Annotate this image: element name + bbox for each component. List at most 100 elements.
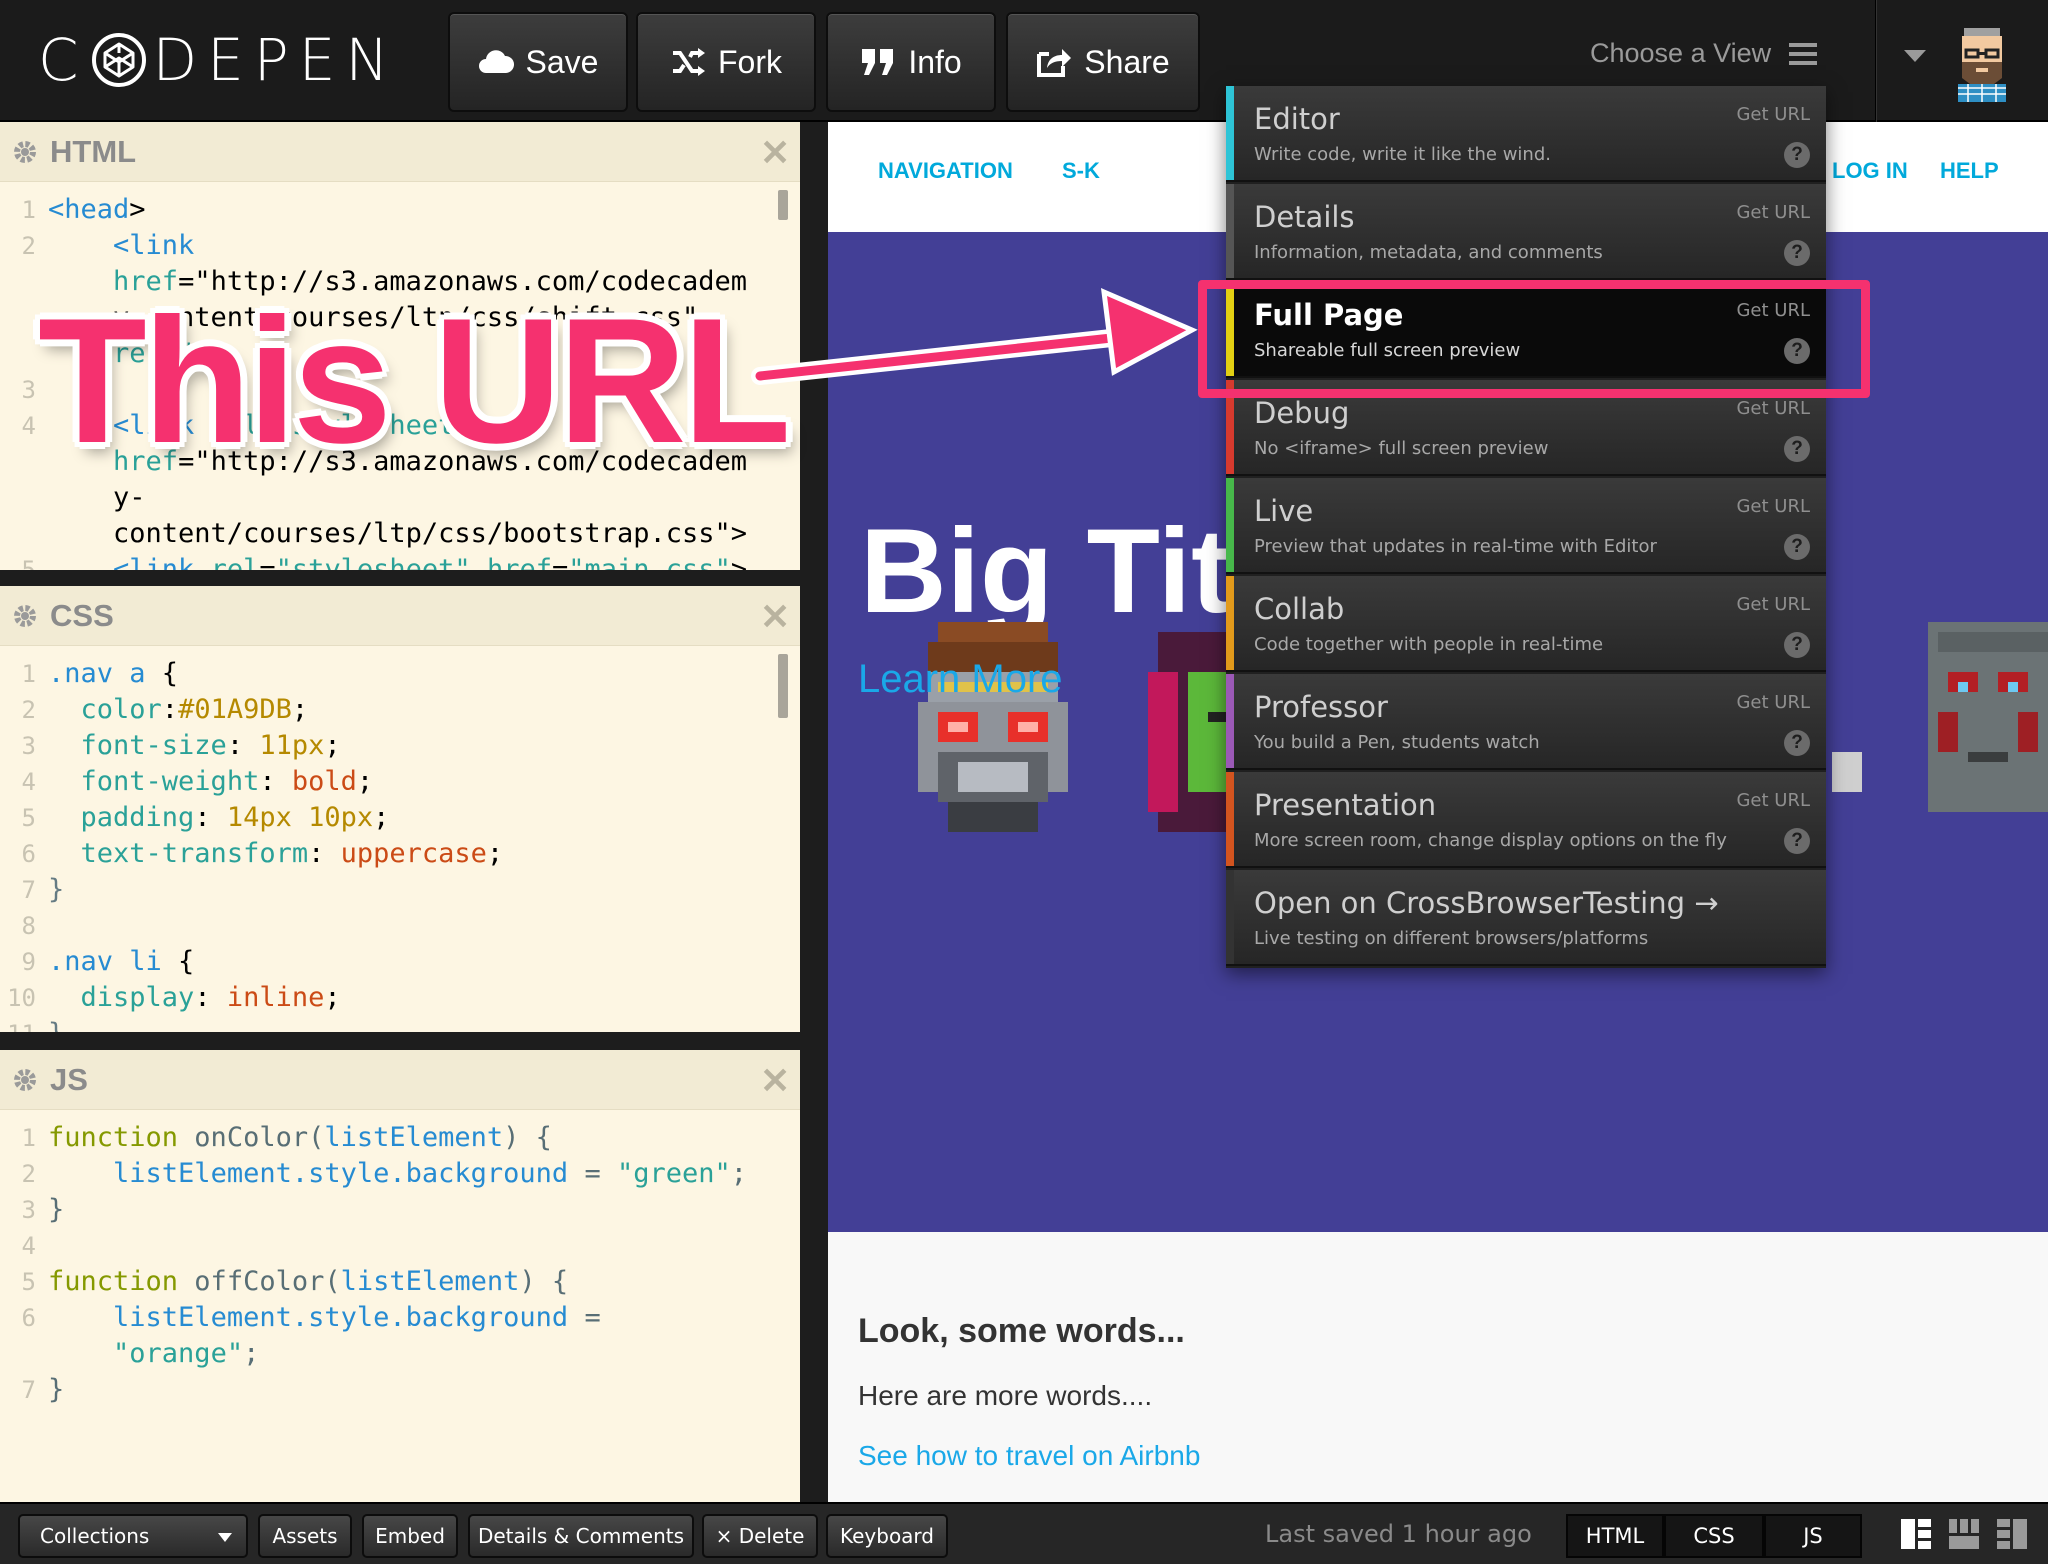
line-number <box>0 516 48 552</box>
code-line[interactable]: 2 color:#01A9DB; <box>0 692 790 728</box>
get-url-link[interactable]: Get URL <box>1736 594 1810 615</box>
keyboard-button[interactable]: Keyboard <box>826 1514 948 1558</box>
get-url-link[interactable]: Get URL <box>1736 790 1810 811</box>
css-code-area[interactable]: 1 .nav a {2 color:#01A9DB; 3 font-size: 11… <box>0 656 790 1032</box>
html-scrollbar[interactable] <box>778 190 788 220</box>
get-url-link[interactable]: Get URL <box>1736 202 1810 223</box>
gear-icon[interactable] <box>12 603 38 629</box>
help-icon[interactable]: ? <box>1784 828 1810 854</box>
code-line[interactable]: content/courses/ltp/css/bootstrap.css"> <box>0 516 790 552</box>
help-icon[interactable]: ? <box>1784 436 1810 462</box>
layout-right-icon[interactable] <box>1996 1518 2028 1550</box>
code-line[interactable]: 2 <link <box>0 228 790 264</box>
code-line[interactable]: 10 display: inline; <box>0 980 790 1016</box>
close-icon[interactable]: ✕ <box>760 132 790 174</box>
view-option-description: Preview that updates in real-time with E… <box>1254 536 1657 557</box>
fork-button[interactable]: Fork <box>636 12 816 112</box>
view-option-presentation[interactable]: Presentation More screen room, change dis… <box>1226 772 1826 868</box>
annotation-label: This URL <box>38 281 791 480</box>
get-url-link[interactable]: Get URL <box>1736 398 1810 419</box>
code-line[interactable]: 6 listElement.style.background = <box>0 1300 790 1336</box>
js-editor[interactable]: JS ✕ 1 function onColor(listElement) {2 l… <box>0 1050 800 1502</box>
logo-wordmark: DEPEN <box>152 26 399 94</box>
preview-learn-more-link[interactable]: Learn More <box>858 657 1063 702</box>
delete-label: × Delete <box>715 1524 805 1548</box>
code-line[interactable]: 4 <box>0 1228 790 1264</box>
code-line[interactable]: y- <box>0 480 790 516</box>
code-line[interactable]: 5 <link rel="stylesheet" href="main.css"… <box>0 552 790 570</box>
view-option-collab[interactable]: Collab Code together with people in real-… <box>1226 576 1826 672</box>
layout-top-icon[interactable] <box>1948 1518 1980 1550</box>
user-divider <box>1875 0 1877 122</box>
view-option-open[interactable]: Open on CrossBrowserTesting → Live testin… <box>1226 870 1826 966</box>
code-line[interactable]: 6 text-transform: uppercase; <box>0 836 790 872</box>
code-line[interactable]: 1 <head> <box>0 192 790 228</box>
preview-nav-link[interactable]: NAVIGATION <box>878 158 1013 184</box>
help-icon[interactable]: ? <box>1784 240 1810 266</box>
code-line[interactable]: 11} <box>0 1016 790 1032</box>
help-icon[interactable]: ? <box>1784 142 1810 168</box>
line-number: 5 <box>21 1268 36 1296</box>
codepen-logo[interactable]: C DEPEN <box>38 26 399 94</box>
code-line[interactable]: 1 function onColor(listElement) { <box>0 1120 790 1156</box>
line-number: 1 <box>21 196 36 224</box>
line-number: 1 <box>21 1124 36 1152</box>
delete-button[interactable]: × Delete <box>702 1514 818 1558</box>
code-text: listElement.style.background = "green"; <box>113 1158 748 1189</box>
code-line[interactable]: 9 .nav li { <box>0 944 790 980</box>
assets-button[interactable]: Assets <box>258 1514 352 1558</box>
code-line[interactable]: 1 .nav a { <box>0 656 790 692</box>
toggle-html-view[interactable]: HTML <box>1566 1514 1664 1558</box>
close-icon[interactable]: ✕ <box>760 1060 790 1102</box>
code-line[interactable]: 8 <box>0 908 790 944</box>
preview-nav-link[interactable]: S-K <box>1062 158 1100 184</box>
css-scrollbar[interactable] <box>778 654 788 718</box>
preview-nav-login[interactable]: LOG IN <box>1832 158 1908 184</box>
view-option-live[interactable]: Live Preview that updates in real-time wi… <box>1226 478 1826 574</box>
choose-view-toggle[interactable]: Choose a View <box>1590 38 1818 69</box>
help-icon[interactable]: ? <box>1784 534 1810 560</box>
code-line[interactable]: 7} <box>0 1372 790 1408</box>
share-button[interactable]: Share <box>1006 12 1200 112</box>
preview-nav-help[interactable]: HELP <box>1940 158 1999 184</box>
code-line[interactable]: 3} <box>0 1192 790 1228</box>
help-icon[interactable]: ? <box>1784 730 1810 756</box>
css-editor[interactable]: CSS ✕ 1 .nav a {2 color:#01A9DB; 3 font-si… <box>0 586 800 1032</box>
js-code-area[interactable]: 1 function onColor(listElement) {2 listEl… <box>0 1120 790 1408</box>
collections-button[interactable]: Collections <box>18 1514 248 1558</box>
code-line[interactable]: 5 padding: 14px 10px; <box>0 800 790 836</box>
code-text: color:#01A9DB; <box>80 694 309 725</box>
get-url-link[interactable]: Get URL <box>1736 692 1810 713</box>
toggle-js-view[interactable]: JS <box>1764 1514 1862 1558</box>
code-line[interactable]: 5 function offColor(listElement) { <box>0 1264 790 1300</box>
toggle-css-view[interactable]: CSS <box>1664 1514 1764 1558</box>
user-avatar[interactable] <box>1950 22 2014 102</box>
details-comments-button[interactable]: Details & Comments <box>468 1514 694 1558</box>
close-icon[interactable]: ✕ <box>760 596 790 638</box>
get-url-link[interactable]: Get URL <box>1736 496 1810 517</box>
view-dropdown-menu: Editor Write code, write it like the wind… <box>1226 86 1826 968</box>
view-option-professor[interactable]: Professor You build a Pen, students watch… <box>1226 674 1826 770</box>
view-option-editor[interactable]: Editor Write code, write it like the wind… <box>1226 86 1826 182</box>
code-text: } <box>48 1374 65 1405</box>
save-button[interactable]: Save <box>448 12 628 112</box>
help-icon[interactable]: ? <box>1784 632 1810 658</box>
info-button[interactable]: Info <box>826 12 996 112</box>
code-line[interactable]: "orange"; <box>0 1336 790 1372</box>
layout-left-icon[interactable] <box>1900 1518 1932 1550</box>
code-line[interactable]: 3 font-size: 11px; <box>0 728 790 764</box>
code-line[interactable]: 4 font-weight: bold; <box>0 764 790 800</box>
gear-icon[interactable] <box>12 1067 38 1093</box>
code-line[interactable]: 2 listElement.style.background = "green"… <box>0 1156 790 1192</box>
get-url-link[interactable]: Get URL <box>1736 104 1810 125</box>
gear-icon[interactable] <box>12 139 38 165</box>
code-text: .nav li { <box>48 946 195 977</box>
chevron-down-icon[interactable] <box>1904 50 1926 62</box>
preview-airbnb-link[interactable]: See how to travel on Airbnb <box>858 1440 1200 1472</box>
choose-view-label: Choose a View <box>1590 38 1772 68</box>
code-text: content/courses/ltp/css/bootstrap.css"> <box>48 518 747 549</box>
code-line[interactable]: 7} <box>0 872 790 908</box>
embed-button[interactable]: Embed <box>362 1514 458 1558</box>
view-option-color-bar <box>1226 478 1234 572</box>
view-option-details[interactable]: Details Information, metadata, and commen… <box>1226 184 1826 280</box>
